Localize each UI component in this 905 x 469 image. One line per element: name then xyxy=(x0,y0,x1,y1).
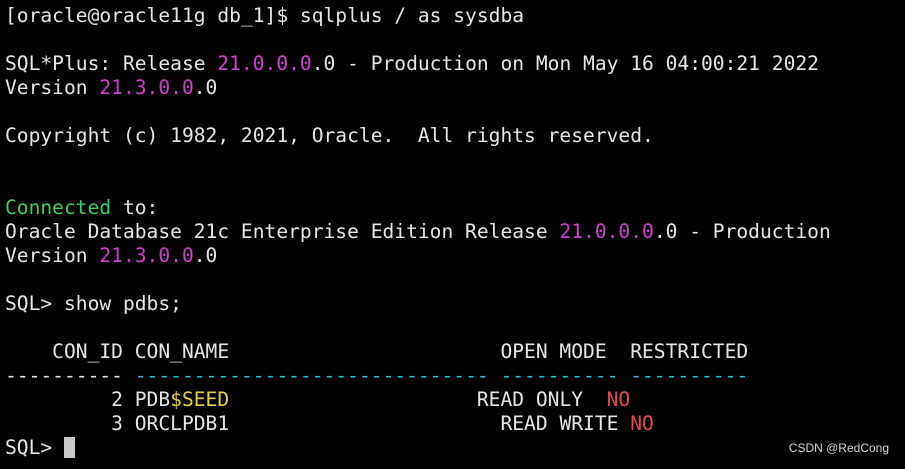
table-row: 3 ORCLPDB1 READ WRITE NO xyxy=(5,412,654,436)
db-version-highlight: 21.3.0.0 xyxy=(99,244,194,267)
db-version-line: Version 21.3.0.0.0 xyxy=(5,244,217,268)
con-name-highlight: $SEED xyxy=(170,388,230,411)
sqlplus-version-line: Version 21.3.0.0.0 xyxy=(5,76,217,100)
sql-command-line: SQL> show pdbs; xyxy=(5,292,182,316)
db-version-prefix: Version xyxy=(5,244,100,267)
release-prefix: SQL*Plus: Release xyxy=(5,52,218,75)
terminal-window[interactable]: [oracle@oracle11g db_1]$ sqlplus / as sy… xyxy=(0,0,905,469)
version-tail: .0 xyxy=(193,76,218,99)
con-name-pad xyxy=(229,412,489,435)
connected-rest: to: xyxy=(111,196,159,219)
version-prefix: Version xyxy=(5,76,100,99)
table-separator: ---------- -----------------------------… xyxy=(5,364,748,388)
con-name-cell: ORCLPDB1 xyxy=(134,412,230,435)
db-release-line: Oracle Database 21c Enterprise Edition R… xyxy=(5,220,831,244)
release-version-tail: .0 - Production on Mon May 16 04:00:21 2… xyxy=(311,52,819,75)
db-release-prefix: Oracle Database 21c Enterprise Edition R… xyxy=(5,220,560,243)
open-mode-cell: READ ONLY xyxy=(465,388,607,411)
sql-command-text: SQL> show pdbs; xyxy=(5,292,182,315)
con-name-pad xyxy=(229,388,465,411)
sql-prompt-line[interactable]: SQL> xyxy=(5,436,75,460)
version-highlight: 21.3.0.0 xyxy=(99,76,194,99)
open-mode-cell: READ WRITE xyxy=(488,412,631,435)
shell-command-text: [oracle@oracle11g db_1]$ sqlplus / as sy… xyxy=(5,4,525,27)
con-id-cell: 3 xyxy=(5,412,135,435)
separator-rest: ------------------------------ ---------… xyxy=(122,364,749,387)
db-release-tail: .0 - Production xyxy=(653,220,831,243)
copyright-text: Copyright (c) 1982, 2021, Oracle. All ri… xyxy=(5,124,654,147)
table-row: 2 PDB$SEED READ ONLY NO xyxy=(5,388,630,412)
release-version-highlight: 21.0.0.0 xyxy=(217,52,312,75)
sql-prompt: SQL> xyxy=(5,436,64,459)
copyright-line: Copyright (c) 1982, 2021, Oracle. All ri… xyxy=(5,124,654,148)
watermark: CSDN @RedCong xyxy=(788,441,889,455)
restricted-cell: NO xyxy=(606,388,631,411)
restricted-cell: NO xyxy=(630,412,654,435)
connected-word: Connected xyxy=(5,196,112,219)
table-header-text: CON_ID CON_NAME OPEN MODE RESTRICTED xyxy=(5,340,749,363)
connected-line: Connected to: xyxy=(5,196,158,220)
separator-first: ---------- xyxy=(5,364,123,387)
table-header: CON_ID CON_NAME OPEN MODE RESTRICTED xyxy=(5,340,748,364)
con-id-cell: 2 xyxy=(5,388,135,411)
db-version-tail: .0 xyxy=(193,244,218,267)
db-release-version-highlight: 21.0.0.0 xyxy=(559,220,654,243)
con-name-cell: PDB xyxy=(134,388,171,411)
sqlplus-release-line: SQL*Plus: Release 21.0.0.0.0 - Productio… xyxy=(5,52,819,76)
shell-command-line: [oracle@oracle11g db_1]$ sqlplus / as sy… xyxy=(5,4,524,28)
text-cursor[interactable] xyxy=(63,437,75,458)
